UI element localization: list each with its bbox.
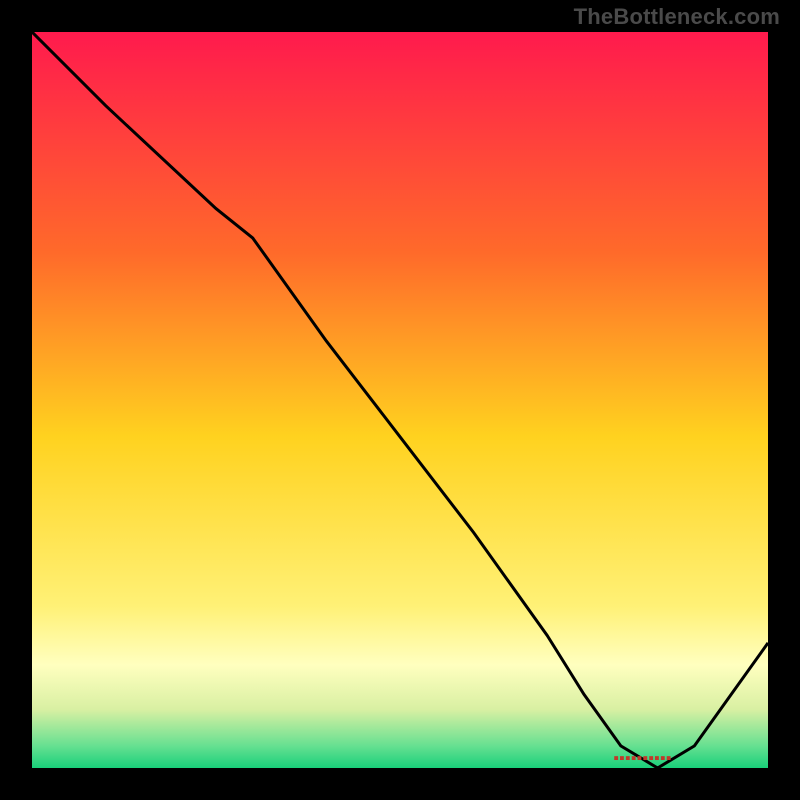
plot-area: ■■■■■■■■■■ <box>32 32 768 768</box>
chart-svg: ■■■■■■■■■■ <box>32 32 768 768</box>
watermark-text: TheBottleneck.com <box>574 4 780 30</box>
optimal-marker: ■■■■■■■■■■ <box>614 754 672 763</box>
chart-frame: TheBottleneck.com ■■■■■■■■■■ <box>0 0 800 800</box>
gradient-background <box>32 32 768 768</box>
